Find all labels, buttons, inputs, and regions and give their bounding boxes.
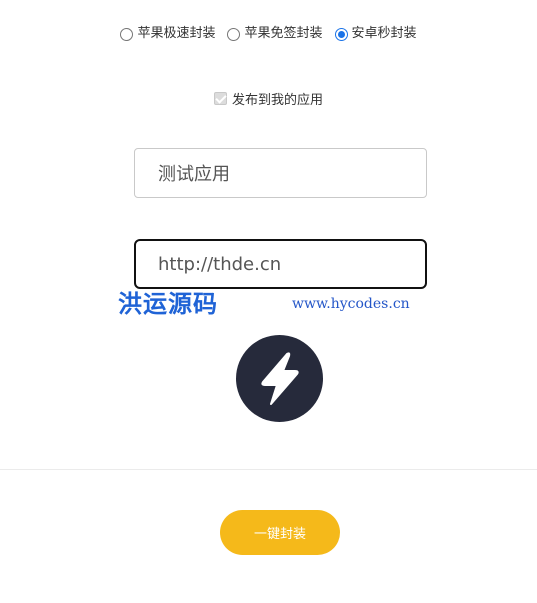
radio-button[interactable] — [227, 27, 241, 41]
radio-apple-no-sign[interactable]: 苹果免签封装 — [227, 25, 323, 43]
app-url-input[interactable]: http://thde.cn — [134, 239, 427, 289]
package-form-page: 苹果极速封装 苹果免签封装 安卓秒封装 发布到我的应用 测试应用 http://… — [0, 0, 537, 603]
radio-android-instant[interactable]: 安卓秒封装 — [334, 25, 417, 43]
radio-apple-fast[interactable]: 苹果极速封装 — [120, 25, 215, 43]
radio-label: 苹果极速封装 — [137, 26, 216, 41]
divider — [0, 469, 537, 470]
app-url-value: http://thde.cn — [158, 253, 282, 275]
radio-button[interactable] — [334, 27, 348, 41]
app-name-input[interactable]: 测试应用 — [134, 148, 427, 198]
lightning-bolt-icon — [260, 351, 299, 405]
watermark-text: 洪运源码 — [118, 290, 218, 318]
watermark-url: www.hycodes.cn — [292, 296, 410, 312]
radio-button[interactable] — [120, 27, 134, 41]
one-click-package-button[interactable]: 一键封装 — [220, 510, 340, 555]
app-icon[interactable] — [236, 335, 323, 422]
publish-label: 发布到我的应用 — [231, 93, 323, 108]
app-name-value: 测试应用 — [158, 164, 230, 185]
radio-label: 苹果免签封装 — [244, 26, 323, 41]
publish-to-my-apps[interactable]: 发布到我的应用 — [0, 89, 537, 108]
publish-checkbox[interactable] — [213, 92, 227, 105]
package-type-radio-group: 苹果极速封装 苹果免签封装 安卓秒封装 — [0, 25, 537, 43]
radio-label: 安卓秒封装 — [351, 26, 417, 41]
